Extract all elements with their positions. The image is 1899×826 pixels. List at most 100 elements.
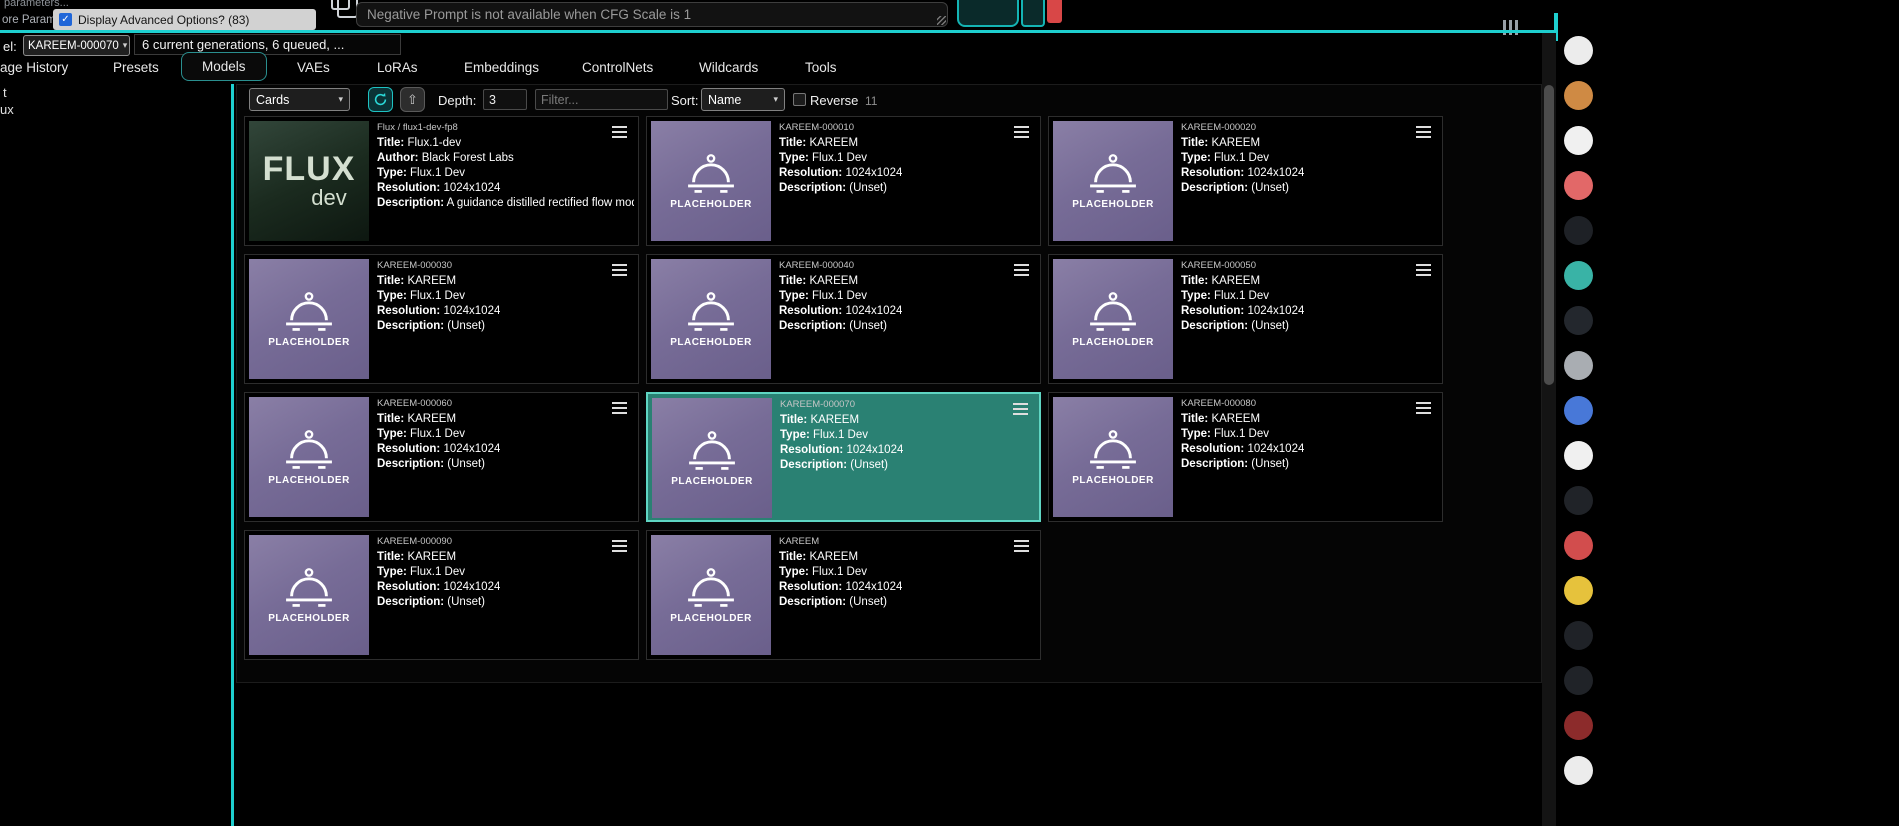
model-type: Type: Flux.1 Dev bbox=[779, 151, 902, 166]
field-value: 1024x1024 bbox=[443, 581, 501, 593]
model-card[interactable]: PLACEHOLDER KAREEM-000050 Title: KAREEM … bbox=[1048, 254, 1443, 384]
scrollbar[interactable] bbox=[1542, 33, 1556, 826]
advanced-options-label[interactable]: Display Advanced Options? (83) bbox=[78, 13, 249, 27]
field-label: Resolution: bbox=[1181, 443, 1245, 455]
scrollbar-thumb[interactable] bbox=[1544, 85, 1554, 385]
field-label: Resolution: bbox=[377, 581, 441, 593]
field-value: 1024x1024 bbox=[443, 182, 501, 194]
filter-input[interactable] bbox=[535, 89, 668, 110]
tab-wildcards[interactable]: Wildcards bbox=[699, 60, 758, 75]
image-layers-icon[interactable] bbox=[331, 0, 358, 18]
field-label: Type: bbox=[377, 566, 407, 578]
favicon-circle[interactable] bbox=[1564, 306, 1593, 335]
favicon-circle[interactable] bbox=[1564, 36, 1593, 65]
generate-button[interactable] bbox=[957, 0, 1019, 27]
model-card-selected[interactable]: PLACEHOLDER KAREEM-000070 Title: KAREEM … bbox=[646, 392, 1041, 522]
resize-handle-icon[interactable] bbox=[937, 16, 946, 25]
reverse-checkbox[interactable] bbox=[793, 93, 806, 106]
tab-presets[interactable]: Presets bbox=[113, 60, 159, 75]
interrupt-button[interactable] bbox=[1047, 0, 1062, 23]
field-value: Flux.1 Dev bbox=[812, 152, 867, 164]
favicon-circle[interactable] bbox=[1564, 531, 1593, 560]
favicon-circle[interactable] bbox=[1564, 351, 1593, 380]
card-menu-icon[interactable] bbox=[1416, 264, 1431, 279]
card-menu-icon[interactable] bbox=[612, 264, 627, 279]
sort-select[interactable]: Name ▾ bbox=[701, 88, 785, 111]
card-menu-icon[interactable] bbox=[1013, 403, 1028, 418]
card-menu-icon[interactable] bbox=[1416, 126, 1431, 141]
model-card[interactable]: PLACEHOLDER KAREEM-000040 Title: KAREEM … bbox=[646, 254, 1041, 384]
browser-tab-strip bbox=[1560, 24, 1600, 826]
field-label: Title: bbox=[1181, 275, 1209, 287]
favicon-circle[interactable] bbox=[1564, 216, 1593, 245]
model-path: KAREEM-000010 bbox=[779, 122, 854, 133]
field-value: KAREEM bbox=[809, 551, 859, 563]
field-value: (Unset) bbox=[1251, 458, 1289, 470]
tab-controlnets[interactable]: ControlNets bbox=[582, 60, 653, 75]
view-mode-select[interactable]: Cards ▾ bbox=[249, 88, 350, 111]
tab-vaes[interactable]: VAEs bbox=[297, 60, 330, 75]
depth-input[interactable] bbox=[483, 89, 527, 110]
bell-icon bbox=[684, 429, 740, 473]
bell-icon bbox=[1085, 290, 1141, 334]
card-menu-icon[interactable] bbox=[1416, 402, 1431, 417]
favicon-circle[interactable] bbox=[1564, 621, 1593, 650]
card-menu-icon[interactable] bbox=[612, 402, 627, 417]
model-type: Type: Flux.1 Dev bbox=[377, 565, 500, 580]
model-card[interactable]: PLACEHOLDER KAREEM-000080 Title: KAREEM … bbox=[1048, 392, 1443, 522]
favicon-circle[interactable] bbox=[1564, 81, 1593, 110]
favicon-circle[interactable] bbox=[1564, 711, 1593, 740]
favicon-circle[interactable] bbox=[1564, 441, 1593, 470]
up-folder-button[interactable]: ⇧ bbox=[400, 87, 425, 112]
model-card[interactable]: PLACEHOLDER KAREEM Title: KAREEM Type: F… bbox=[646, 530, 1041, 660]
card-menu-icon[interactable] bbox=[1014, 264, 1029, 279]
model-card[interactable]: PLACEHOLDER KAREEM-000090 Title: KAREEM … bbox=[244, 530, 639, 660]
tab-image-history[interactable]: age History bbox=[0, 60, 68, 75]
tree-item[interactable]: t bbox=[3, 85, 7, 100]
generate-forever-button[interactable] bbox=[1021, 0, 1045, 27]
model-thumbnail: PLACEHOLDER bbox=[1053, 259, 1173, 379]
tab-tools[interactable]: Tools bbox=[805, 60, 837, 75]
favicon-circle[interactable] bbox=[1564, 126, 1593, 155]
reverse-label[interactable]: Reverse bbox=[810, 93, 858, 108]
model-title: Title: KAREEM bbox=[780, 413, 903, 428]
negative-prompt-text: Negative Prompt is not available when CF… bbox=[367, 7, 692, 22]
advanced-options-checkbox[interactable]: ✓ bbox=[59, 13, 72, 26]
tab-embeddings[interactable]: Embeddings bbox=[464, 60, 539, 75]
favicon-circle[interactable] bbox=[1564, 486, 1593, 515]
model-path: KAREEM-000040 bbox=[779, 260, 854, 271]
favicon-circle[interactable] bbox=[1564, 756, 1593, 785]
refresh-button[interactable] bbox=[368, 87, 393, 112]
favicon-circle[interactable] bbox=[1564, 261, 1593, 290]
card-menu-icon[interactable] bbox=[1014, 540, 1029, 555]
card-menu-icon[interactable] bbox=[612, 540, 627, 555]
field-value: KAREEM bbox=[1211, 275, 1261, 287]
model-card[interactable]: PLACEHOLDER KAREEM-000030 Title: KAREEM … bbox=[244, 254, 639, 384]
placeholder-label: PLACEHOLDER bbox=[1072, 475, 1154, 486]
model-select[interactable]: KAREEM-000070 ▾ bbox=[23, 35, 130, 56]
favicon-circle[interactable] bbox=[1564, 576, 1593, 605]
model-info: KAREEM-000040 Title: KAREEM Type: Flux.1… bbox=[779, 259, 902, 379]
card-menu-icon[interactable] bbox=[612, 126, 627, 141]
tab-loras[interactable]: LoRAs bbox=[377, 60, 418, 75]
field-label: Type: bbox=[780, 429, 810, 441]
model-card[interactable]: PLACEHOLDER KAREEM-000020 Title: KAREEM … bbox=[1048, 116, 1443, 246]
favicon-circle[interactable] bbox=[1564, 666, 1593, 695]
model-thumbnail: PLACEHOLDER bbox=[652, 398, 772, 518]
field-value: Flux.1 Dev bbox=[410, 428, 465, 440]
favicon-circle[interactable] bbox=[1564, 396, 1593, 425]
card-menu-icon[interactable] bbox=[1014, 126, 1029, 141]
field-label: Description: bbox=[377, 458, 445, 470]
model-thumbnail: PLACEHOLDER bbox=[651, 259, 771, 379]
model-card[interactable]: PLACEHOLDER KAREEM-000060 Title: KAREEM … bbox=[244, 392, 639, 522]
model-card[interactable]: FLUX dev Flux / flux1-dev-fp8 Title: Flu… bbox=[244, 116, 639, 246]
field-label: Type: bbox=[1181, 290, 1211, 302]
tab-models[interactable]: Models bbox=[181, 52, 267, 81]
favicon-circle[interactable] bbox=[1564, 171, 1593, 200]
negative-prompt-box[interactable]: Negative Prompt is not available when CF… bbox=[356, 2, 948, 27]
model-path: KAREEM-000020 bbox=[1181, 122, 1256, 133]
model-description: Description: (Unset) bbox=[779, 319, 902, 334]
model-type: Type: Flux.1 Dev bbox=[1181, 427, 1304, 442]
model-card[interactable]: PLACEHOLDER KAREEM-000010 Title: KAREEM … bbox=[646, 116, 1041, 246]
tree-item[interactable]: ux bbox=[0, 102, 14, 117]
